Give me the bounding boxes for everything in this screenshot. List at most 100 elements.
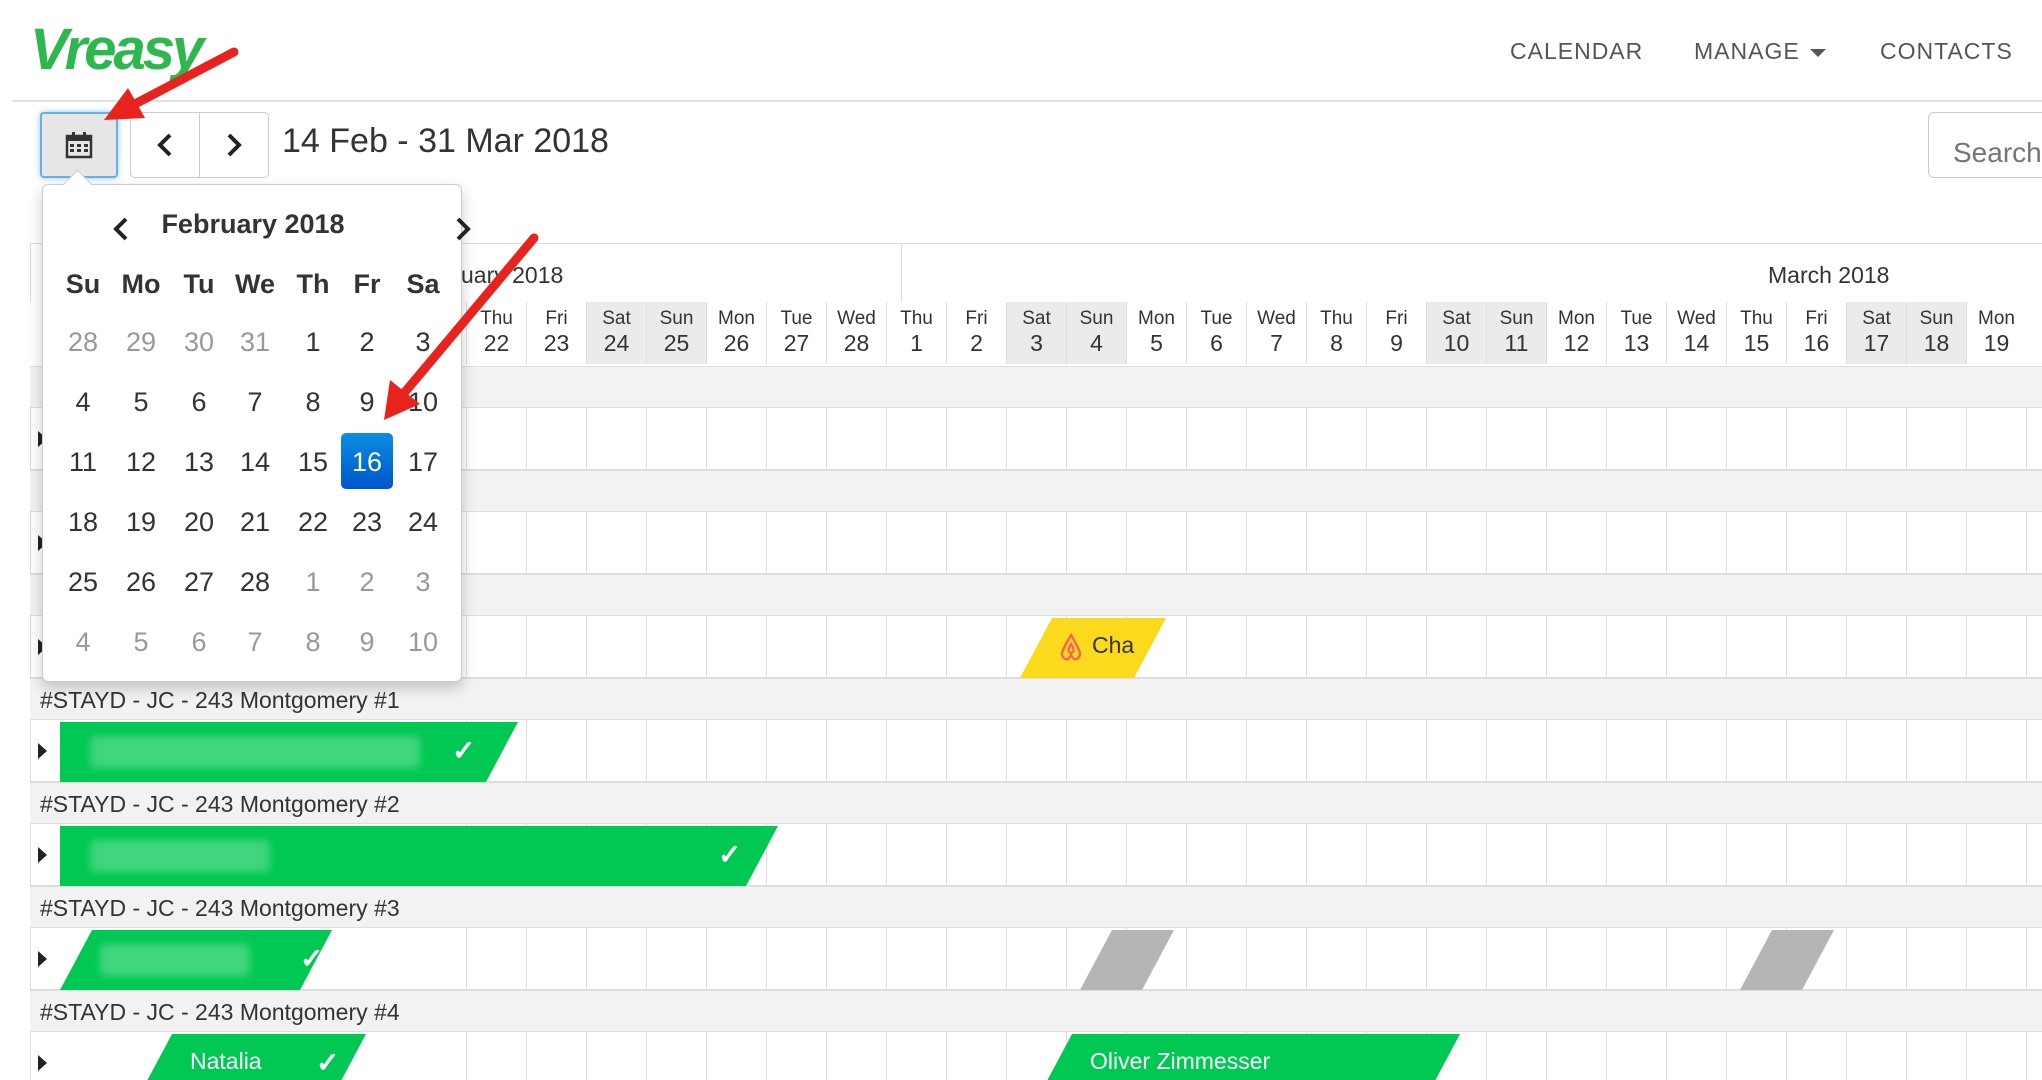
- datepicker-day[interactable]: 2: [341, 553, 393, 609]
- next-period-button[interactable]: [199, 112, 269, 178]
- expand-row-icon[interactable]: [38, 951, 47, 967]
- datepicker-day[interactable]: 1: [287, 553, 339, 609]
- grid-line: [1726, 512, 1727, 573]
- expand-row-icon[interactable]: [38, 847, 47, 863]
- grid-line: [1666, 824, 1667, 885]
- nav-manage[interactable]: MANAGE: [1694, 38, 1826, 65]
- datepicker-day[interactable]: 28: [57, 313, 109, 369]
- blocked-dates-bar[interactable]: [1740, 930, 1834, 990]
- grid-line: [886, 824, 887, 885]
- booking-bar-cha[interactable]: Cha: [1020, 618, 1166, 678]
- day-header-date: 3: [1030, 329, 1043, 356]
- datepicker-day[interactable]: 13: [173, 433, 225, 489]
- datepicker-day[interactable]: 21: [229, 493, 281, 549]
- datepicker-day[interactable]: 7: [229, 373, 281, 429]
- datepicker-day[interactable]: 3: [397, 313, 449, 369]
- datepicker-day[interactable]: 23: [341, 493, 393, 549]
- nav-calendar[interactable]: CALENDAR: [1510, 38, 1643, 65]
- grid-line: [1246, 408, 1247, 469]
- datepicker-day-selected[interactable]: 16: [341, 433, 393, 489]
- datepicker-day[interactable]: 26: [115, 553, 167, 609]
- grid-line: [1546, 1032, 1547, 1080]
- grid-line: [1786, 408, 1787, 469]
- grid-line: [30, 720, 31, 781]
- unit-row[interactable]: ✓: [30, 928, 2042, 990]
- datepicker-day[interactable]: 25: [57, 553, 109, 609]
- blocked-dates-bar[interactable]: [1080, 930, 1174, 990]
- datepicker-day[interactable]: 10: [397, 613, 449, 669]
- previous-period-button[interactable]: [130, 112, 200, 178]
- booking-guest-label: Oliver Zimmesser: [1090, 1048, 1271, 1074]
- datepicker-day[interactable]: 17: [397, 433, 449, 489]
- app-window: Vreasy CALENDAR MANAGE CONTACTS 14 Feb -…: [0, 0, 2042, 1080]
- datepicker-day[interactable]: 20: [173, 493, 225, 549]
- booking-bar-montgomery-3[interactable]: ✓: [60, 930, 332, 990]
- datepicker-day[interactable]: 6: [173, 613, 225, 669]
- booking-bar-montgomery-1[interactable]: ✓: [60, 722, 518, 782]
- grid-line: [1366, 512, 1367, 573]
- booking-bar-montgomery-2[interactable]: ✓: [60, 826, 778, 886]
- unit-row[interactable]: ✓: [30, 720, 2042, 782]
- grid-line: [526, 1032, 527, 1080]
- search-input[interactable]: [1928, 112, 2042, 178]
- unit-row[interactable]: ✓: [30, 824, 2042, 886]
- datepicker-day[interactable]: 7: [229, 613, 281, 669]
- expand-row-icon[interactable]: [38, 743, 47, 759]
- grid-line: [1186, 824, 1187, 885]
- datepicker-day[interactable]: 24: [397, 493, 449, 549]
- datepicker-day[interactable]: 8: [287, 373, 339, 429]
- datepicker-day[interactable]: 14: [229, 433, 281, 489]
- datepicker-day[interactable]: 29: [115, 313, 167, 369]
- grid-line: [1666, 928, 1667, 989]
- day-header-date: 14: [1683, 329, 1710, 356]
- vreasy-logo[interactable]: Vreasy: [30, 16, 204, 83]
- datepicker-day[interactable]: 4: [57, 373, 109, 429]
- grid-line: [1246, 720, 1247, 781]
- day-header-weekday: Sun: [1499, 308, 1534, 329]
- day-header-date: 22: [483, 329, 510, 356]
- grid-line: [1906, 408, 1907, 469]
- datepicker-day[interactable]: 31: [229, 313, 281, 369]
- grid-line: [466, 928, 467, 989]
- grid-line: [1726, 720, 1727, 781]
- datepicker-day[interactable]: 8: [287, 613, 339, 669]
- grid-line: [586, 408, 587, 469]
- datepicker-day[interactable]: 3: [397, 553, 449, 609]
- datepicker-day[interactable]: 1: [287, 313, 339, 369]
- booking-bar-natalia[interactable]: Natalia ✓: [140, 1034, 366, 1080]
- datepicker-day[interactable]: 11: [57, 433, 109, 489]
- booking-guest-label: Cha: [1092, 632, 1135, 658]
- datepicker-day[interactable]: 10: [397, 373, 449, 429]
- booking-bar-oliver[interactable]: Oliver Zimmesser: [1040, 1034, 1460, 1080]
- grid-line: [1006, 616, 1007, 677]
- unit-row[interactable]: Natalia ✓ Oliver Zimmesser: [30, 1032, 2042, 1080]
- datepicker-day[interactable]: 15: [287, 433, 339, 489]
- datepicker-toggle-button[interactable]: [40, 112, 118, 178]
- datepicker-day[interactable]: 2: [341, 313, 393, 369]
- day-header-weekday: Sat: [602, 308, 631, 329]
- top-navigation: Vreasy CALENDAR MANAGE CONTACTS: [0, 0, 2042, 100]
- datepicker-day[interactable]: 30: [173, 313, 225, 369]
- datepicker-day[interactable]: 28: [229, 553, 281, 609]
- grid-line: [646, 616, 647, 677]
- datepicker-day[interactable]: 5: [115, 613, 167, 669]
- datepicker-next-month-button[interactable]: [443, 209, 483, 249]
- grid-line: [706, 1032, 707, 1080]
- datepicker-day[interactable]: 22: [287, 493, 339, 549]
- grid-line: [2026, 616, 2027, 677]
- datepicker-day[interactable]: 9: [341, 373, 393, 429]
- grid-line: [1966, 512, 1967, 573]
- day-header-weekday: Thu: [480, 308, 513, 329]
- datepicker-day[interactable]: 19: [115, 493, 167, 549]
- datepicker-day[interactable]: 9: [341, 613, 393, 669]
- datepicker-day[interactable]: 27: [173, 553, 225, 609]
- datepicker-day[interactable]: 18: [57, 493, 109, 549]
- datepicker-day[interactable]: 5: [115, 373, 167, 429]
- expand-row-icon[interactable]: [38, 1055, 47, 1071]
- datepicker-day[interactable]: 4: [57, 613, 109, 669]
- grid-line: [1306, 512, 1307, 573]
- datepicker-day[interactable]: 12: [115, 433, 167, 489]
- day-header: Sun 4: [1066, 302, 1126, 364]
- datepicker-day[interactable]: 6: [173, 373, 225, 429]
- nav-contacts[interactable]: CONTACTS: [1880, 38, 2013, 65]
